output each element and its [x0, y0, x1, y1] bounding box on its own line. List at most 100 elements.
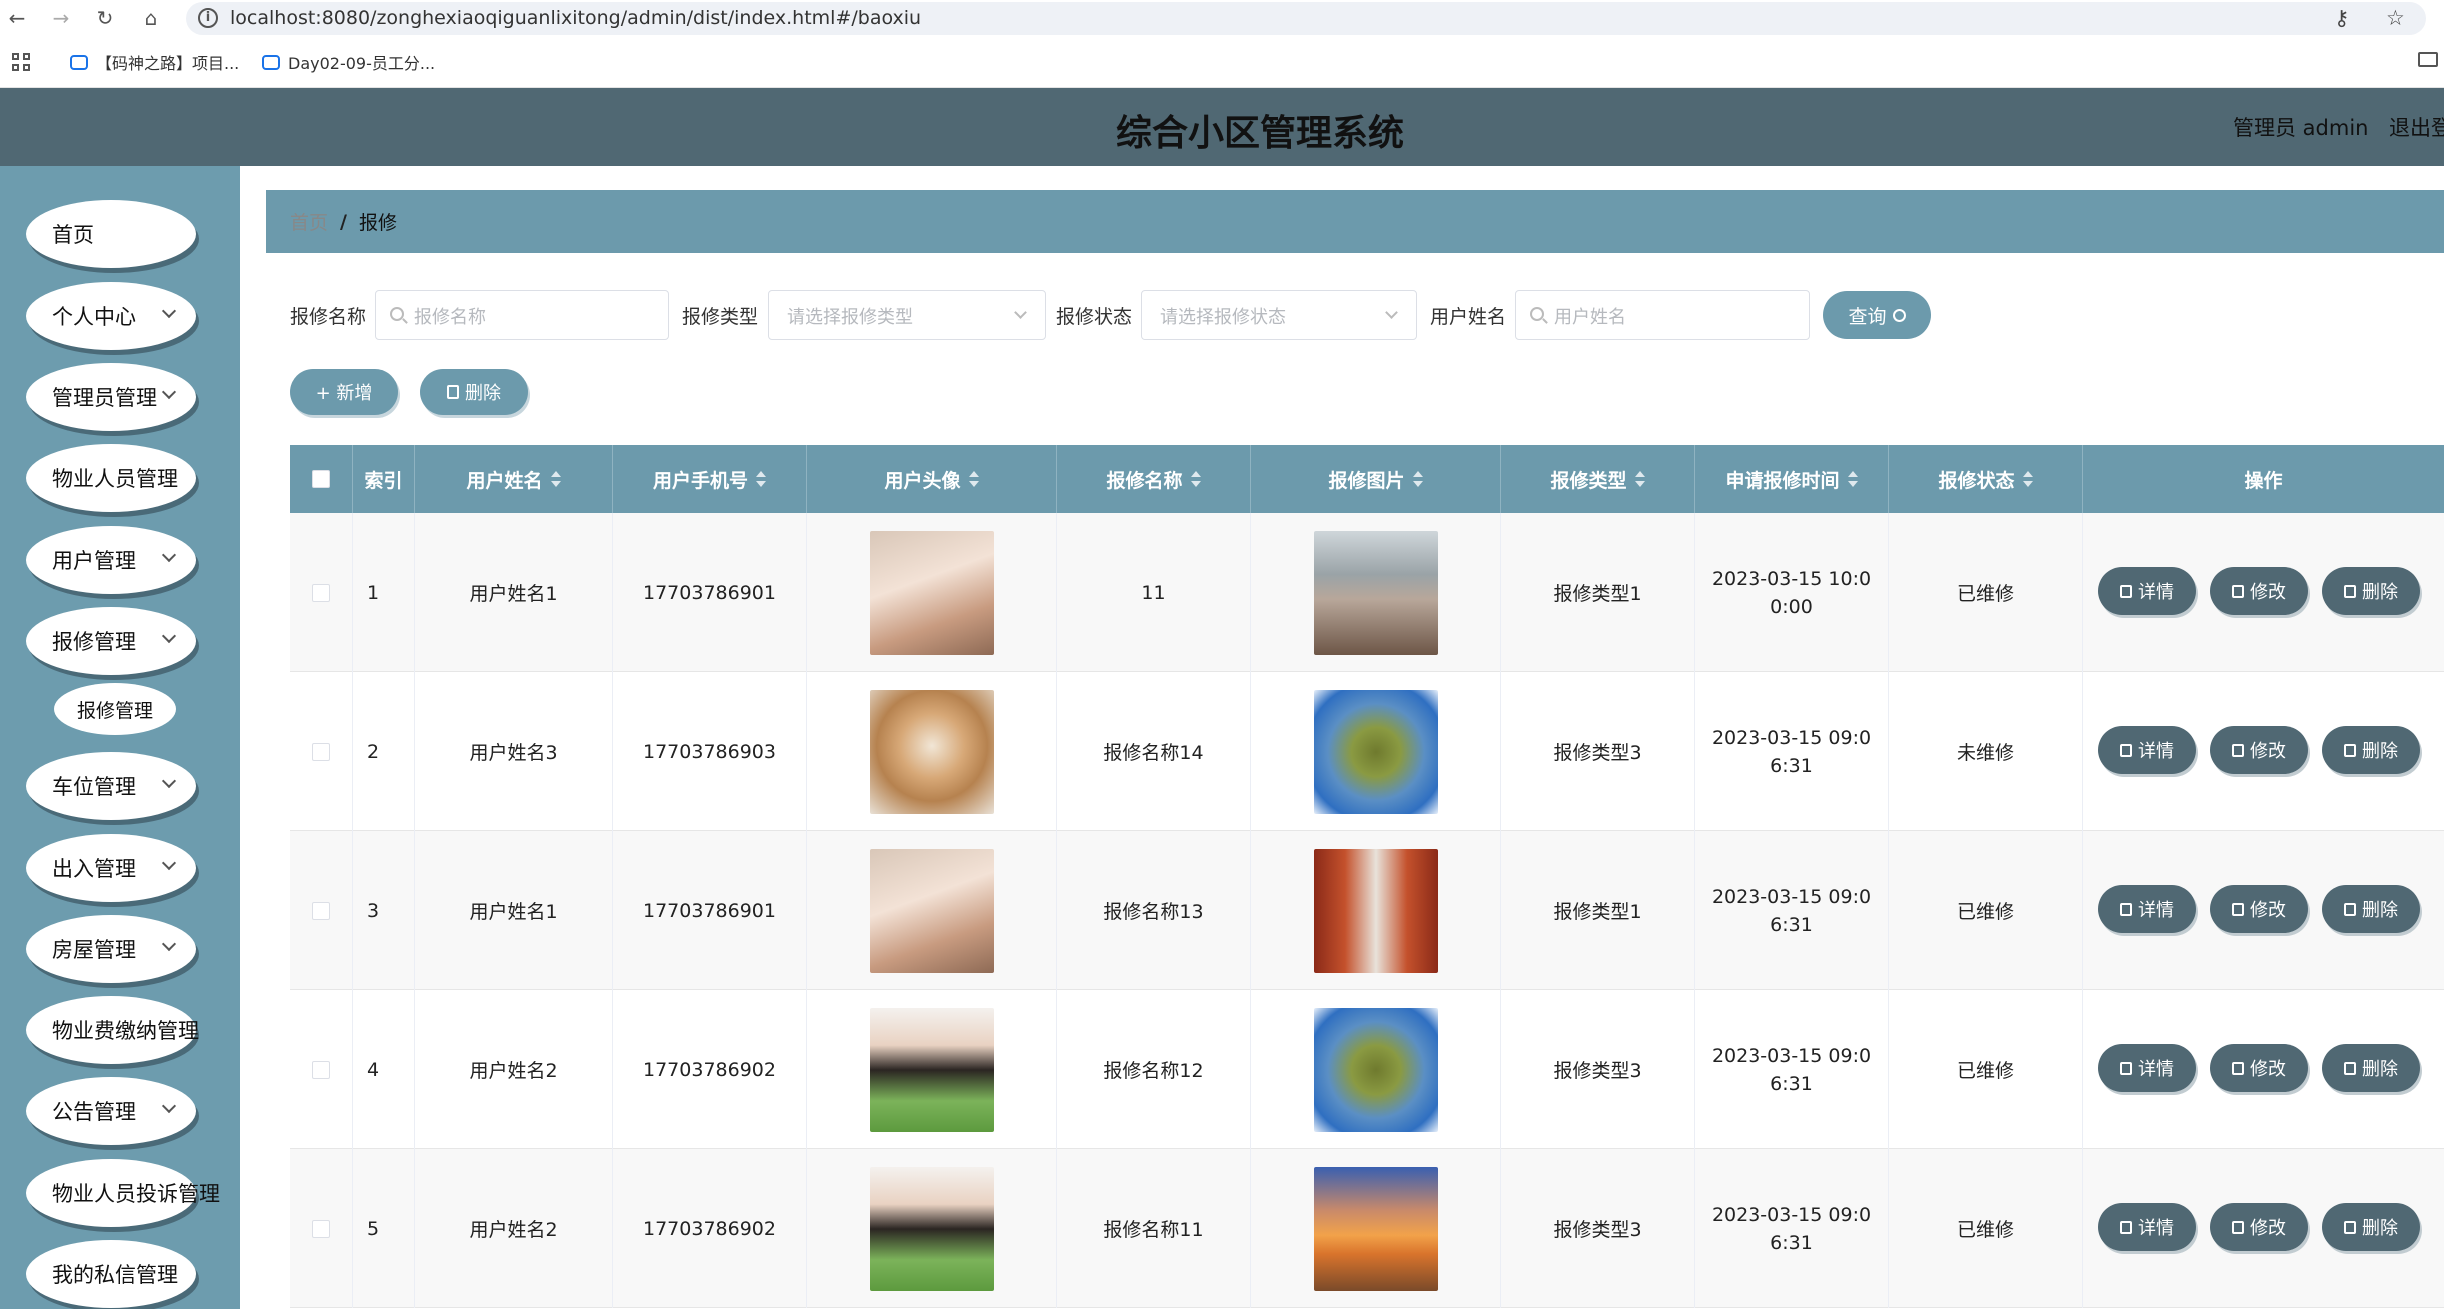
repair-name-cell: 报修名称13 [1057, 831, 1251, 990]
user-avatar-image[interactable] [869, 1007, 994, 1132]
repair-image-cell [1251, 1149, 1501, 1308]
detail-button[interactable]: 详情 [2098, 885, 2196, 933]
repair-image[interactable] [1313, 1007, 1438, 1132]
sidebar-item-admins[interactable]: 管理员管理 [26, 363, 196, 431]
edit-button[interactable]: 修改 [2210, 1044, 2308, 1092]
table-row: 5 用户姓名2 17703786902 报修名称11 报修类型3 2023-03… [290, 1149, 2444, 1308]
edit-button[interactable]: 修改 [2210, 567, 2308, 615]
repair-image[interactable] [1313, 1166, 1438, 1291]
col-repair-name[interactable]: 报修名称 [1057, 445, 1251, 513]
sort-icon[interactable] [1847, 471, 1858, 487]
delete-button[interactable]: 删除 [2322, 1044, 2420, 1092]
avatar-cell [807, 1149, 1057, 1308]
apps-grid-icon[interactable] [12, 53, 32, 73]
sidebar-item-users[interactable]: 用户管理 [26, 526, 196, 594]
sort-icon[interactable] [2022, 471, 2033, 487]
sidebar-item-parking[interactable]: 车位管理 [26, 752, 196, 820]
detail-button[interactable]: 详情 [2098, 1203, 2196, 1251]
document-icon [2120, 584, 2132, 598]
sort-icon[interactable] [1190, 471, 1201, 487]
repair-image[interactable] [1313, 530, 1438, 655]
edit-button[interactable]: 修改 [2210, 726, 2308, 774]
sidebar-item-notices[interactable]: 公告管理 [26, 1077, 196, 1145]
repair-image[interactable] [1313, 848, 1438, 973]
col-avatar[interactable]: 用户头像 [807, 445, 1057, 513]
col-apply-time[interactable]: 申请报修时间 [1695, 445, 1889, 513]
sidebar-item-access[interactable]: 出入管理 [26, 834, 196, 902]
sort-icon[interactable] [968, 471, 979, 487]
forward-icon[interactable]: → [48, 4, 74, 32]
address-bar[interactable]: i localhost:8080/zonghexiaoqiguanlixiton… [186, 2, 2426, 35]
reload-icon[interactable]: ↻ [92, 4, 118, 32]
sort-icon[interactable] [1634, 471, 1645, 487]
url-text[interactable]: localhost:8080/zonghexiaoqiguanlixitong/… [230, 7, 921, 29]
delete-button[interactable]: 删除 [2322, 1203, 2420, 1251]
chevron-down-icon [161, 773, 177, 789]
index-cell: 3 [353, 831, 415, 990]
repair-image-cell [1251, 672, 1501, 831]
home-icon[interactable]: ⌂ [138, 4, 164, 32]
sidebar-item-staff[interactable]: 物业人员管理 [26, 444, 196, 512]
repair-type-cell: 报修类型1 [1501, 831, 1695, 990]
select-all-checkbox[interactable] [312, 470, 330, 488]
user-avatar-image[interactable] [869, 1166, 994, 1291]
repair-status-label: 报修状态 [1056, 306, 1133, 328]
edit-button[interactable]: 修改 [2210, 885, 2308, 933]
row-checkbox[interactable] [312, 901, 330, 920]
back-icon[interactable]: ← [4, 4, 30, 32]
detail-button[interactable]: 详情 [2098, 726, 2196, 774]
row-checkbox[interactable] [312, 742, 330, 761]
col-repair-status[interactable]: 报修状态 [1889, 445, 2083, 513]
user-avatar-image[interactable] [869, 689, 994, 814]
col-repair-image[interactable]: 报修图片 [1251, 445, 1501, 513]
sidebar-item-housing[interactable]: 房屋管理 [26, 915, 196, 983]
sidebar-item-fees[interactable]: 物业费缴纳管理 [26, 996, 199, 1064]
row-checkbox[interactable] [312, 583, 330, 602]
site-info-icon[interactable]: i [198, 8, 218, 28]
edit-icon [2232, 584, 2244, 598]
folder-icon[interactable] [2418, 52, 2438, 67]
bookmark-star-icon[interactable]: ☆ [2386, 6, 2405, 30]
row-select-cell [290, 1149, 353, 1308]
col-repair-type[interactable]: 报修类型 [1501, 445, 1695, 513]
repair-name-input[interactable]: 报修名称 [375, 290, 669, 340]
query-button[interactable]: 查询 [1823, 291, 1931, 339]
delete-button[interactable]: 删除 [2322, 567, 2420, 615]
sort-icon[interactable] [1412, 471, 1423, 487]
select-all-cell[interactable] [290, 445, 353, 513]
sidebar-item-profile[interactable]: 个人中心 [26, 282, 196, 350]
bookmark-item[interactable]: Day02-09-员工分... [262, 50, 435, 74]
submenu-item-repairs[interactable]: 报修管理 [54, 683, 176, 735]
user-avatar-image[interactable] [869, 530, 994, 655]
delete-button[interactable]: 删除 [2322, 726, 2420, 774]
repair-status-select[interactable]: 请选择报修状态 [1141, 290, 1417, 340]
sort-icon[interactable] [550, 471, 561, 487]
repair-type-select[interactable]: 请选择报修类型 [768, 290, 1046, 340]
sidebar: 首页 个人中心 管理员管理 物业人员管理 用户管理 报修管理 报修管理 车位管理… [0, 166, 240, 1309]
col-phone[interactable]: 用户手机号 [613, 445, 807, 513]
edit-button[interactable]: 修改 [2210, 1203, 2308, 1251]
sidebar-item-home[interactable]: 首页 [26, 200, 196, 268]
detail-button[interactable]: 详情 [2098, 1044, 2196, 1092]
row-checkbox[interactable] [312, 1219, 330, 1238]
batch-delete-button[interactable]: 删除 [420, 369, 528, 415]
sort-icon[interactable] [756, 471, 766, 487]
detail-button[interactable]: 详情 [2098, 567, 2196, 615]
bookmark-item[interactable]: 【码神之路】项目... [70, 50, 239, 74]
row-checkbox[interactable] [312, 1060, 330, 1079]
breadcrumb-home[interactable]: 首页 [290, 208, 328, 235]
password-key-icon[interactable]: ⚷ [2334, 6, 2349, 30]
sidebar-item-repairs[interactable]: 报修管理 [26, 607, 196, 675]
sidebar-item-complaints[interactable]: 物业人员投诉管理 [26, 1159, 220, 1227]
delete-button[interactable]: 删除 [2322, 885, 2420, 933]
avatar-cell [807, 672, 1057, 831]
user-name-input[interactable]: 用户姓名 [1515, 290, 1810, 340]
user-name-label: 用户姓名 [1430, 306, 1507, 328]
add-button[interactable]: + 新增 [290, 369, 398, 415]
user-avatar-image[interactable] [869, 848, 994, 973]
col-user-name[interactable]: 用户姓名 [415, 445, 613, 513]
sidebar-item-messages[interactable]: 我的私信管理 [26, 1240, 196, 1308]
repair-image[interactable] [1313, 689, 1438, 814]
logout-link[interactable]: 退出登 [2389, 112, 2444, 142]
phone-cell: 17703786901 [613, 513, 807, 672]
